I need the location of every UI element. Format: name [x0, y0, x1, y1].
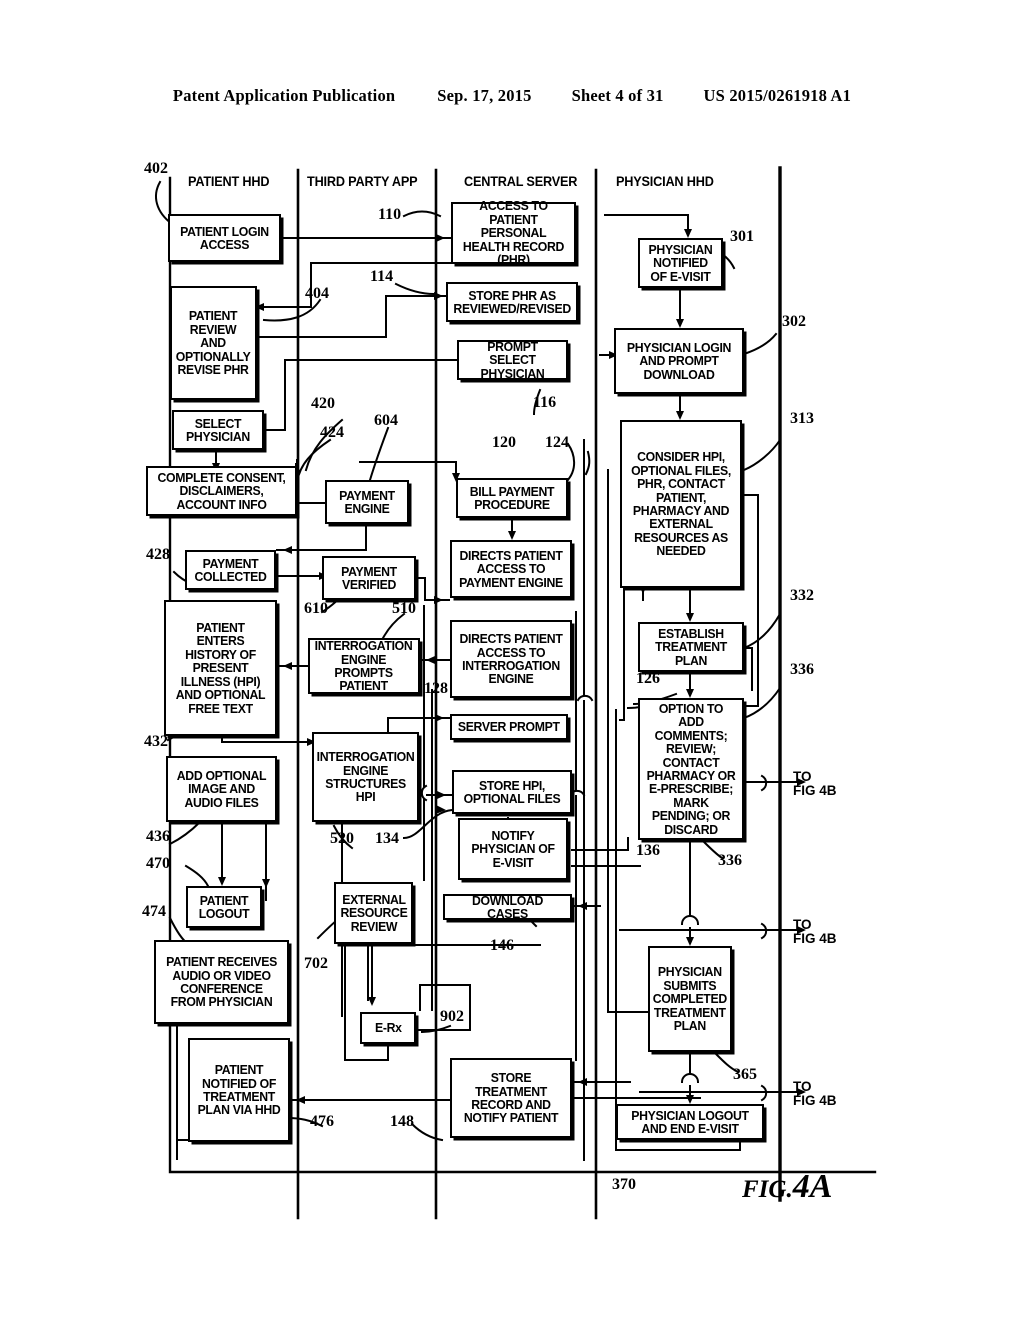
ref-302: 302	[782, 313, 806, 330]
box-patient-logout[interactable]: PATIENT LOGOUT	[186, 886, 262, 928]
figure-prefix: FIG.	[742, 1176, 793, 1203]
ref-114: 114	[370, 268, 394, 285]
figure-number: 4A	[792, 1168, 833, 1205]
box-prompt-select-physician[interactable]: PROMPT SELECT PHYSICIAN	[457, 340, 568, 380]
offpage-line2: FIG 4B	[793, 1092, 837, 1108]
lane-title-physician-hhd: PHYSICIAN HHD	[616, 174, 714, 189]
ref-404: 404	[305, 285, 329, 302]
ref-402: 402	[144, 160, 168, 177]
ref-370: 370	[612, 1176, 636, 1193]
box-option-to-add[interactable]: OPTION TO ADD COMMENTS; REVIEW; CONTACT …	[638, 698, 744, 840]
box-directs-payment-engine[interactable]: DIRECTS PATIENT ACCESS TO PAYMENT ENGINE	[450, 540, 572, 598]
box-payment-verified[interactable]: PAYMENT VERIFIED	[322, 556, 416, 600]
box-patient-receives-conference[interactable]: PATIENT RECEIVES AUDIO OR VIDEO CONFEREN…	[154, 940, 289, 1024]
box-directs-interrogation[interactable]: DIRECTS PATIENT ACCESS TO INTERROGATION …	[450, 620, 572, 698]
box-complete-consent[interactable]: COMPLETE CONSENT, DISCLAIMERS, ACCOUNT I…	[146, 466, 297, 516]
ref-136: 136	[636, 842, 660, 859]
ref-476: 476	[310, 1113, 334, 1130]
ref-126: 126	[636, 670, 660, 687]
box-physician-login[interactable]: PHYSICIAN LOGIN AND PROMPT DOWNLOAD	[614, 328, 744, 394]
ref-124: 124	[545, 434, 569, 451]
box-bill-payment-procedure[interactable]: BILL PAYMENT PROCEDURE	[456, 478, 568, 518]
ref-120: 120	[492, 434, 516, 451]
box-interrogation-structures[interactable]: INTERROGATION ENGINE STRUCTURES HPI	[312, 732, 419, 822]
ref-116: 116	[533, 394, 557, 411]
ref-128: 128	[424, 680, 448, 697]
ref-470: 470	[146, 855, 170, 872]
box-select-physician[interactable]: SELECT PHYSICIAN	[172, 410, 264, 450]
offpage-line1: TO	[793, 769, 812, 784]
ref-902: 902	[440, 1008, 464, 1025]
ref-702: 702	[304, 955, 328, 972]
ref-428: 428	[146, 546, 170, 563]
box-establish-treatment-plan[interactable]: ESTABLISH TREATMENT PLAN	[638, 622, 744, 672]
box-physician-logout[interactable]: PHYSICIAN LOGOUT AND END E-VISIT	[616, 1104, 764, 1140]
box-server-prompt[interactable]: SERVER PROMPT	[450, 714, 568, 740]
ref-424: 424	[320, 424, 344, 441]
box-interrogation-prompts[interactable]: INTERROGATION ENGINE PROMPTS PATIENT	[308, 638, 420, 694]
ref-510: 510	[392, 600, 416, 617]
box-access-phr[interactable]: ACCESS TO PATIENT PERSONAL HEALTH RECORD…	[451, 199, 576, 266]
ref-146: 146	[490, 937, 514, 954]
patent-figure-page: Patent Application Publication Sep. 17, 2…	[0, 0, 1024, 1320]
figure-label: FIG.4A	[742, 1168, 832, 1206]
ref-436: 436	[146, 828, 170, 845]
offpage-connector-1[interactable]: TO FIG 4B	[793, 770, 837, 798]
ref-610: 610	[304, 600, 328, 617]
box-store-hpi[interactable]: STORE HPI, OPTIONAL FILES	[452, 770, 572, 814]
ref-365: 365	[733, 1066, 757, 1083]
offpage-line2: FIG 4B	[793, 782, 837, 798]
offpage-line2: FIG 4B	[793, 930, 837, 946]
box-external-resource-review[interactable]: EXTERNAL RESOURCE REVIEW	[334, 882, 413, 944]
ref-336a: 336	[790, 661, 814, 678]
offpage-line1: TO	[793, 917, 812, 932]
lane-title-central-server: CENTRAL SERVER	[464, 174, 578, 189]
lane-title-third-party-app: THIRD PARTY APP	[307, 174, 418, 189]
box-payment-collected[interactable]: PAYMENT COLLECTED	[185, 550, 276, 590]
ref-474: 474	[142, 903, 166, 920]
ref-134: 134	[375, 830, 399, 847]
offpage-connector-3[interactable]: TO FIG 4B	[793, 1080, 837, 1108]
offpage-line1: TO	[793, 1079, 812, 1094]
box-erx[interactable]: E-Rx	[360, 1012, 416, 1044]
box-store-phr[interactable]: STORE PHR AS REVIEWED/REVISED	[446, 282, 578, 322]
ref-301: 301	[730, 228, 754, 245]
ref-336b: 336	[718, 852, 742, 869]
box-patient-login-access[interactable]: PATIENT LOGIN ACCESS	[168, 214, 281, 262]
ref-604: 604	[374, 412, 398, 429]
box-physician-notified[interactable]: PHYSICIAN NOTIFIED OF E-VISIT	[638, 238, 723, 288]
ref-432: 432	[144, 733, 168, 750]
box-notify-physician[interactable]: NOTIFY PHYSICIAN OF E-VISIT	[458, 818, 568, 880]
box-payment-engine[interactable]: PAYMENT ENGINE	[325, 480, 409, 524]
ref-110: 110	[378, 206, 402, 223]
box-download-cases[interactable]: DOWNLOAD CASES	[443, 893, 572, 920]
box-physician-submits-plan[interactable]: PHYSICIAN SUBMITS COMPLETED TREATMENT PL…	[648, 946, 732, 1052]
box-patient-notified-plan[interactable]: PATIENT NOTIFIED OF TREATMENT PLAN VIA H…	[188, 1038, 290, 1142]
ref-420: 420	[311, 395, 335, 412]
ref-148: 148	[390, 1113, 414, 1130]
box-add-optional-files[interactable]: ADD OPTIONAL IMAGE AND AUDIO FILES	[166, 756, 277, 822]
box-consider-hpi[interactable]: CONSIDER HPI, OPTIONAL FILES, PHR, CONTA…	[620, 420, 742, 588]
ref-332: 332	[790, 587, 814, 604]
lane-title-patient-hhd: PATIENT HHD	[188, 174, 270, 189]
box-patient-enters-hpi[interactable]: PATIENT ENTERS HISTORY OF PRESENT ILLNES…	[164, 600, 277, 736]
ref-520: 520	[330, 830, 354, 847]
offpage-connector-2[interactable]: TO FIG 4B	[793, 918, 837, 946]
box-store-treatment-record[interactable]: STORE TREATMENT RECORD AND NOTIFY PATIEN…	[450, 1058, 572, 1138]
box-patient-review-revise-phr[interactable]: PATIENT REVIEW AND OPTIONALLY REVISE PHR	[170, 286, 257, 400]
ref-313: 313	[790, 410, 814, 427]
